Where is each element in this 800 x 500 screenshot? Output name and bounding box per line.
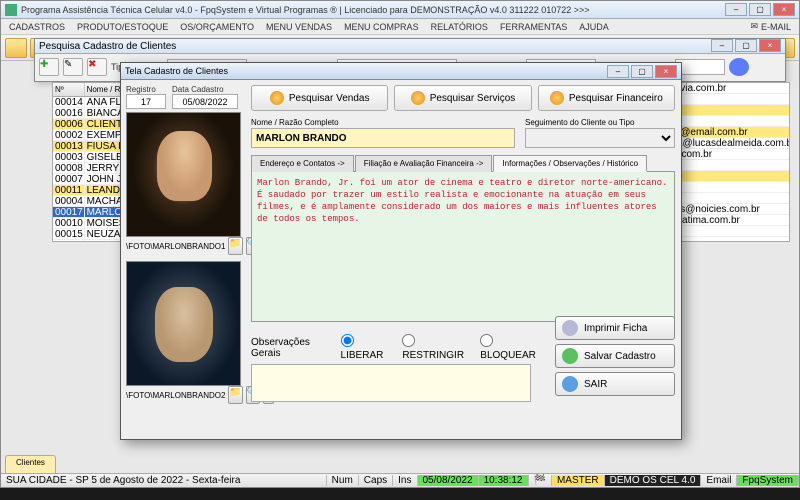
photo2-folder-icon[interactable]: 📁 bbox=[228, 386, 242, 404]
client-form-modal: Tela Cadastro de Clientes – ▢ × Registro… bbox=[120, 62, 682, 440]
search-window-title: Pesquisa Cadastro de Clientes bbox=[39, 39, 711, 53]
segment-label: Seguimento do Cliente ou Tipo bbox=[525, 118, 634, 127]
photo2-path: \FOTO\MARLONBRANDO2 bbox=[126, 389, 225, 402]
status-flag-icon: 🏁 bbox=[529, 475, 552, 486]
modal-minimize-button[interactable]: – bbox=[607, 65, 629, 78]
radio-bloquear[interactable]: BLOQUEAR bbox=[480, 334, 541, 361]
name-label: Nome / Razão Completo bbox=[251, 118, 339, 127]
main-titlebar: Programa Assistência Técnica Celular v4.… bbox=[1, 1, 799, 19]
registro-label: Registro bbox=[126, 85, 166, 94]
menu-vendas[interactable]: MENU VENDAS bbox=[266, 22, 332, 32]
status-master: MASTER bbox=[552, 475, 605, 486]
app-title: Programa Assistência Técnica Celular v4.… bbox=[21, 5, 725, 15]
obs-textarea[interactable] bbox=[251, 364, 531, 402]
bottom-tabstrip: Clientes bbox=[5, 455, 56, 473]
search-maximize-button[interactable]: ▢ bbox=[735, 39, 757, 52]
pesquisar-financeiro-button[interactable]: Pesquisar Financeiro bbox=[538, 85, 675, 111]
track-phone-input[interactable] bbox=[675, 59, 725, 75]
modal-maximize-button[interactable]: ▢ bbox=[631, 65, 653, 78]
pesquisar-vendas-button[interactable]: Pesquisar Vendas bbox=[251, 85, 388, 111]
imprimir-button[interactable]: Imprimir Ficha bbox=[555, 316, 675, 340]
obs-label: Observações Gerais bbox=[251, 337, 329, 359]
status-email[interactable]: Email bbox=[701, 475, 737, 486]
modal-title: Tela Cadastro de Clientes bbox=[125, 66, 607, 76]
app-icon bbox=[5, 4, 17, 16]
exit-icon bbox=[562, 376, 578, 392]
photo1-folder-icon[interactable]: 📁 bbox=[228, 237, 242, 255]
finance-icon bbox=[550, 91, 564, 105]
menu-compras[interactable]: MENU COMPRAS bbox=[344, 22, 419, 32]
menu-relatorios[interactable]: RELATÓRIOS bbox=[431, 22, 488, 32]
search-minimize-button[interactable]: – bbox=[711, 39, 733, 52]
tab-filiacao[interactable]: Filiação e Avaliação Financeira -> bbox=[355, 155, 493, 172]
delete-icon[interactable]: ✖ bbox=[87, 58, 107, 76]
status-date: 05/08/2022 bbox=[418, 475, 479, 486]
status-demo: DEMO OS CEL 4.0 bbox=[605, 475, 702, 486]
radio-liberar[interactable]: LIBERAR bbox=[341, 334, 391, 361]
status-fpq[interactable]: FpqSystem bbox=[737, 475, 799, 486]
menu-os[interactable]: OS/ORÇAMENTO bbox=[180, 22, 254, 32]
salvar-button[interactable]: Salvar Cadastro bbox=[555, 344, 675, 368]
maximize-button[interactable]: ▢ bbox=[749, 3, 771, 16]
menu-cadastros[interactable]: CADASTROS bbox=[9, 22, 65, 32]
status-ins: Ins bbox=[393, 475, 417, 486]
service-icon bbox=[411, 91, 425, 105]
modal-close-button[interactable]: × bbox=[655, 65, 677, 78]
pesquisar-servicos-button[interactable]: Pesquisar Serviços bbox=[394, 85, 531, 111]
print-icon bbox=[562, 320, 578, 336]
statusbar: SUA CIDADE - SP 5 de Agosto de 2022 - Se… bbox=[1, 473, 799, 487]
coin-icon bbox=[270, 91, 284, 105]
radio-restringir[interactable]: RESTRINGIR bbox=[402, 334, 468, 361]
status-time: 10:38:12 bbox=[479, 475, 529, 486]
tab-endereco[interactable]: Endereço e Contatos -> bbox=[251, 155, 354, 172]
registro-input[interactable] bbox=[126, 94, 166, 109]
menubar: CADASTROS PRODUTO/ESTOQUE OS/ORÇAMENTO M… bbox=[1, 19, 799, 35]
data-cadastro-label: Data Cadastro bbox=[172, 85, 238, 94]
segment-select[interactable] bbox=[525, 128, 675, 148]
tool-btn-1[interactable] bbox=[5, 38, 27, 58]
col-num[interactable]: Nº bbox=[53, 83, 85, 96]
add-icon[interactable]: ✚ bbox=[39, 58, 59, 76]
data-cadastro-input[interactable] bbox=[172, 94, 238, 109]
photo-1 bbox=[126, 112, 241, 237]
menu-produto[interactable]: PRODUTO/ESTOQUE bbox=[77, 22, 168, 32]
edit-icon[interactable]: ✎ bbox=[63, 58, 83, 76]
save-icon bbox=[562, 348, 578, 364]
status-num: Num bbox=[327, 475, 359, 486]
photo1-path: \FOTO\MARLONBRANDO1 bbox=[126, 240, 225, 253]
tab-informacoes[interactable]: Informações / Observações / Histórico bbox=[493, 155, 647, 172]
minimize-button[interactable]: – bbox=[725, 3, 747, 16]
name-field[interactable]: MARLON BRANDO bbox=[251, 128, 515, 148]
close-button[interactable]: × bbox=[773, 3, 795, 16]
menu-ferramentas[interactable]: FERRAMENTAS bbox=[500, 22, 567, 32]
envelope-icon: ✉ bbox=[750, 21, 758, 32]
photo-2 bbox=[126, 261, 241, 386]
search-close-button[interactable]: × bbox=[759, 39, 781, 52]
menu-ajuda[interactable]: AJUDA bbox=[579, 22, 609, 32]
tab-clientes[interactable]: Clientes bbox=[5, 455, 56, 473]
status-caps: Caps bbox=[359, 475, 393, 486]
info-textarea[interactable]: Marlon Brando, Jr. foi um ator de cinema… bbox=[251, 172, 675, 322]
menu-email[interactable]: ✉E-MAIL bbox=[750, 21, 791, 32]
go-button[interactable] bbox=[729, 58, 749, 76]
sair-button[interactable]: SAIR bbox=[555, 372, 675, 396]
status-location: SUA CIDADE - SP 5 de Agosto de 2022 - Se… bbox=[1, 475, 327, 486]
